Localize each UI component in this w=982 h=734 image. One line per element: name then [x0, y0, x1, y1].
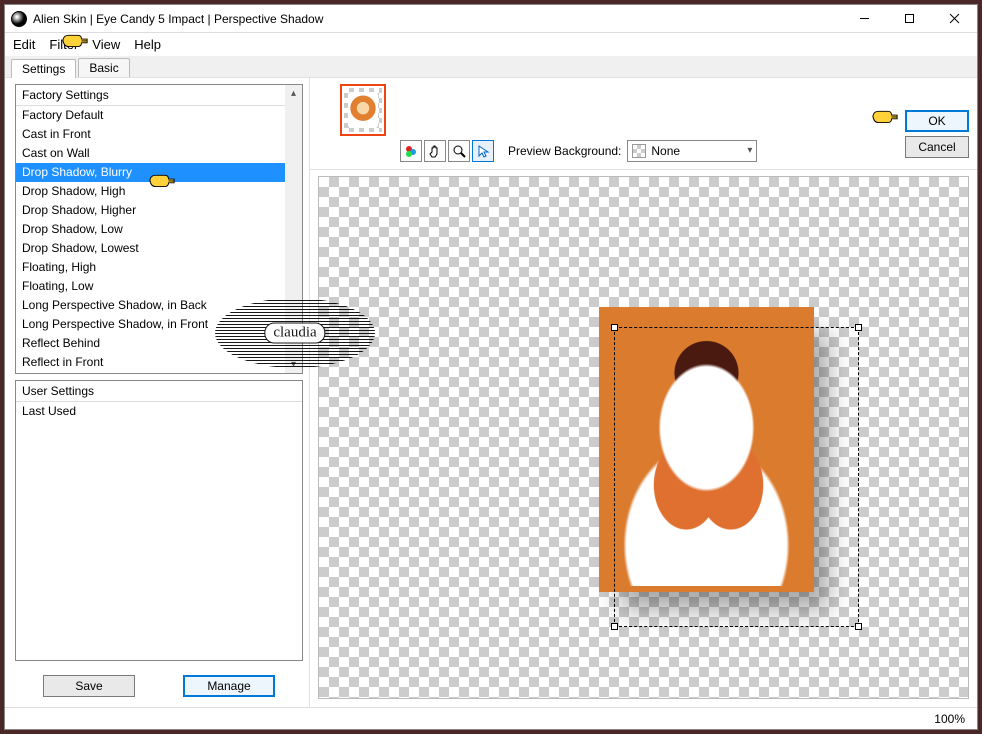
preview-bg-select[interactable]: None ▾: [627, 140, 757, 162]
factory-item[interactable]: Drop Shadow, Higher: [16, 201, 302, 220]
close-button[interactable]: [932, 5, 977, 32]
tabstrip: Settings Basic: [5, 56, 977, 78]
factory-item[interactable]: Reflect in Front: [16, 353, 302, 372]
preview-thumbnail[interactable]: [340, 84, 386, 136]
factory-item[interactable]: Reflect Behind: [16, 334, 302, 353]
scroll-down-icon[interactable]: ▾: [285, 356, 302, 373]
tab-basic[interactable]: Basic: [78, 58, 129, 77]
user-item[interactable]: Last Used: [16, 402, 302, 421]
factory-item[interactable]: Reflect in Front - Faint: [16, 372, 302, 374]
user-settings-list: User Settings Last Used: [15, 380, 303, 661]
tab-settings[interactable]: Settings: [11, 59, 76, 78]
factory-item[interactable]: Floating, Low: [16, 277, 302, 296]
menu-edit[interactable]: Edit: [13, 37, 35, 52]
pointer-annotation-icon: [148, 170, 176, 190]
factory-item[interactable]: Cast in Front: [16, 125, 302, 144]
maximize-button[interactable]: [887, 5, 932, 32]
preview-bg-value: None: [651, 144, 680, 158]
window-title: Alien Skin | Eye Candy 5 Impact | Perspe…: [33, 12, 323, 26]
app-icon: [11, 11, 27, 27]
titlebar[interactable]: Alien Skin | Eye Candy 5 Impact | Perspe…: [5, 5, 977, 33]
color-picker-tool[interactable]: [400, 140, 422, 162]
transform-handle[interactable]: [611, 623, 618, 630]
transform-handle[interactable]: [855, 623, 862, 630]
factory-item[interactable]: Drop Shadow, Lowest: [16, 239, 302, 258]
manage-button[interactable]: Manage: [183, 675, 275, 697]
factory-item[interactable]: Long Perspective Shadow, in Back: [16, 296, 302, 315]
menubar: Edit Filter View Help: [5, 33, 977, 56]
scroll-up-icon[interactable]: ▴: [285, 85, 302, 102]
chevron-down-icon: ▾: [747, 145, 752, 156]
transform-handle[interactable]: [855, 324, 862, 331]
preview-pane: OK Cancel: [310, 78, 977, 707]
cancel-button[interactable]: Cancel: [905, 136, 969, 158]
save-button[interactable]: Save: [43, 675, 135, 697]
settings-pane: Factory Settings Factory DefaultCast in …: [5, 78, 310, 707]
factory-item[interactable]: Cast on Wall: [16, 144, 302, 163]
pointer-annotation-icon: [871, 106, 899, 126]
preview-canvas[interactable]: [318, 176, 969, 699]
factory-settings-list: Factory Settings Factory DefaultCast in …: [15, 84, 303, 374]
transparency-swatch-icon: [632, 144, 646, 158]
statusbar: 100%: [5, 707, 977, 729]
zoom-level: 100%: [934, 712, 965, 726]
scrollbar[interactable]: ▴ ▾: [285, 85, 302, 373]
user-settings-header: User Settings: [16, 381, 302, 402]
hand-tool[interactable]: [424, 140, 446, 162]
menu-view[interactable]: View: [92, 37, 120, 52]
move-tool[interactable]: [472, 140, 494, 162]
factory-item[interactable]: Long Perspective Shadow, in Front: [16, 315, 302, 334]
menu-help[interactable]: Help: [134, 37, 161, 52]
minimize-button[interactable]: [842, 5, 887, 32]
factory-item[interactable]: Factory Default: [16, 106, 302, 125]
zoom-tool[interactable]: [448, 140, 470, 162]
preview-artwork: [599, 307, 814, 592]
pointer-annotation-icon: [61, 30, 89, 50]
preview-bg-label: Preview Background:: [508, 144, 621, 158]
ok-button[interactable]: OK: [905, 110, 969, 132]
factory-settings-header: Factory Settings: [16, 85, 302, 106]
factory-item[interactable]: Floating, High: [16, 258, 302, 277]
factory-item[interactable]: Drop Shadow, Low: [16, 220, 302, 239]
